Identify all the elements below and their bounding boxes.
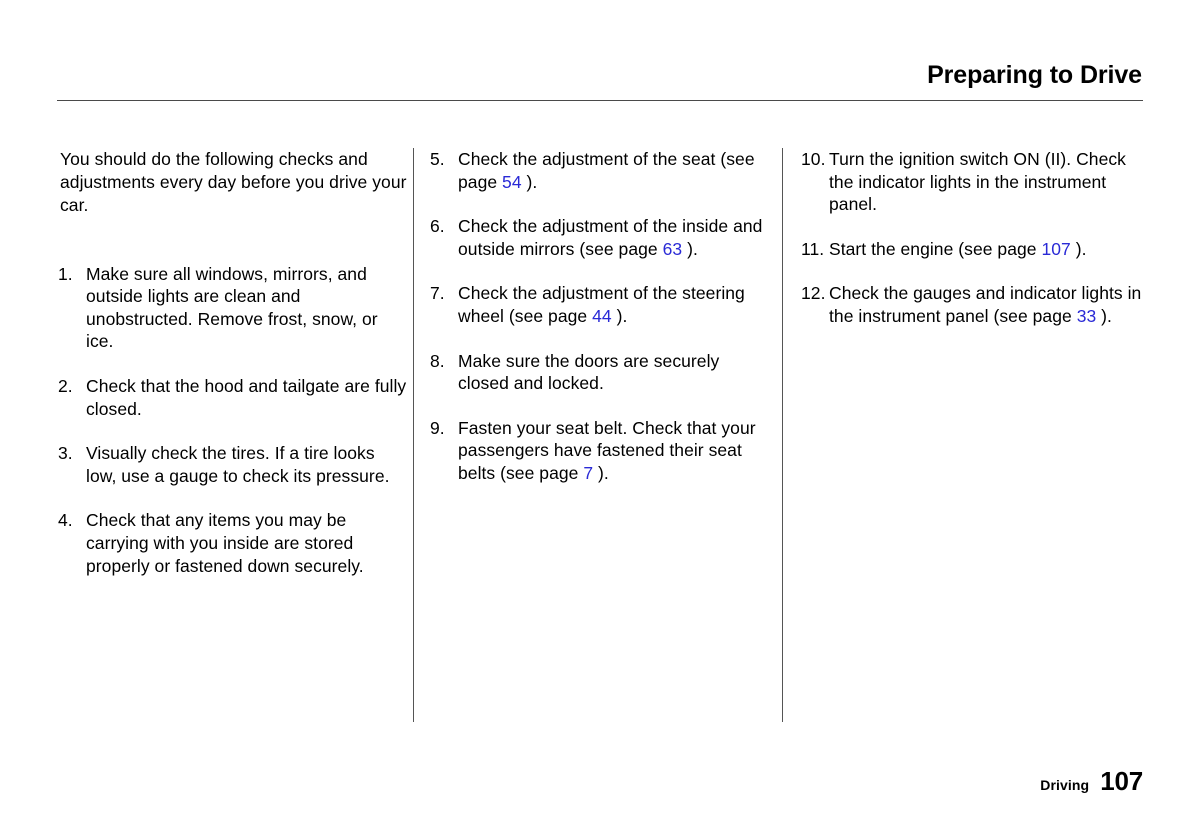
checklist-column-2: 5. Check the adjustment of the seat (see …: [430, 148, 775, 485]
item-number: 4.: [58, 510, 73, 531]
checklist-item: 5. Check the adjustment of the seat (see …: [430, 148, 775, 193]
item-number: 2.: [58, 375, 73, 396]
item-number: 1.: [58, 263, 73, 284]
item-text-tail: ).: [611, 305, 628, 326]
column-divider-left: [413, 148, 414, 722]
column-2: 5. Check the adjustment of the seat (see …: [430, 148, 775, 485]
page-reference-link[interactable]: 107: [1041, 239, 1070, 259]
page-reference-link[interactable]: 33: [1077, 306, 1097, 326]
page-header: Preparing to Drive: [57, 60, 1143, 101]
item-text-tail: ).: [521, 171, 538, 192]
item-number: 3.: [58, 443, 73, 464]
column-divider-right: [782, 148, 783, 722]
content-columns: You should do the following checks and a…: [0, 148, 1200, 728]
column-3: 10. Turn the ignition switch ON (II). Che…: [801, 148, 1151, 328]
item-text: Make sure all windows, mirrors, and outs…: [86, 263, 378, 352]
checklist-column-1: 1. Make sure all windows, mirrors, and ou…: [58, 263, 408, 578]
checklist-item: 7. Check the adjustment of the steering w…: [430, 282, 775, 327]
item-text: Check that any items you may be carrying…: [86, 510, 364, 576]
item-text-tail: ).: [682, 238, 698, 259]
header-divider-rule: [57, 100, 1143, 101]
item-text: Check that the hood and tailgate are ful…: [86, 375, 407, 419]
item-number: 5.: [430, 149, 445, 169]
column-1: You should do the following checks and a…: [58, 148, 408, 577]
item-text: Check the adjustment of the inside and o…: [458, 216, 763, 259]
item-number: 9.: [430, 417, 445, 438]
item-number: 8.: [430, 350, 445, 371]
footer-section-label: Driving: [1040, 777, 1090, 793]
checklist-item: 2. Check that the hood and tailgate are f…: [58, 375, 408, 420]
item-number: 12.: [801, 283, 826, 304]
item-text-tail: ).: [593, 462, 609, 483]
intro-paragraph: You should do the following checks and a…: [60, 149, 407, 216]
footer-page-number: 107: [1100, 766, 1143, 796]
page-reference-link[interactable]: 63: [663, 239, 683, 259]
checklist-item: 8. Make sure the doors are securely close…: [430, 350, 775, 395]
page-reference-link[interactable]: 7: [583, 463, 593, 483]
page-footer: Driving 107: [1040, 766, 1143, 797]
page-reference-link[interactable]: 54: [502, 172, 522, 192]
item-text: Make sure the doors are securely closed …: [458, 350, 720, 394]
item-text-tail: ).: [1070, 238, 1087, 259]
page-reference-link[interactable]: 44: [592, 306, 612, 326]
checklist-item: 4. Check that any items you may be carryi…: [58, 509, 408, 577]
checklist-item: 6. Check the adjustment of the inside and…: [430, 215, 775, 260]
item-number: 10.: [801, 149, 826, 169]
checklist-item: 3. Visually check the tires. If a tire lo…: [58, 442, 408, 487]
item-text: Visually check the tires. If a tire look…: [86, 443, 390, 486]
checklist-item: 11. Start the engine (see page 107 ).: [801, 238, 1151, 261]
page-title: Preparing to Drive: [927, 61, 1142, 89]
item-text-tail: ).: [1096, 305, 1112, 326]
item-number: 7.: [430, 283, 445, 304]
checklist-item: 9. Fasten your seat belt. Check that your…: [430, 417, 775, 485]
item-number: 6.: [430, 216, 445, 237]
checklist-column-3: 10. Turn the ignition switch ON (II). Che…: [801, 148, 1151, 328]
item-number: 11.: [801, 238, 825, 259]
checklist-item: 1. Make sure all windows, mirrors, and ou…: [58, 263, 408, 353]
checklist-item: 12. Check the gauges and indicator lights…: [801, 282, 1151, 327]
item-text: Turn the ignition switch ON (II). Check …: [829, 149, 1126, 215]
item-text: Start the engine (see page: [829, 238, 1042, 259]
checklist-item: 10. Turn the ignition switch ON (II). Che…: [801, 148, 1151, 216]
